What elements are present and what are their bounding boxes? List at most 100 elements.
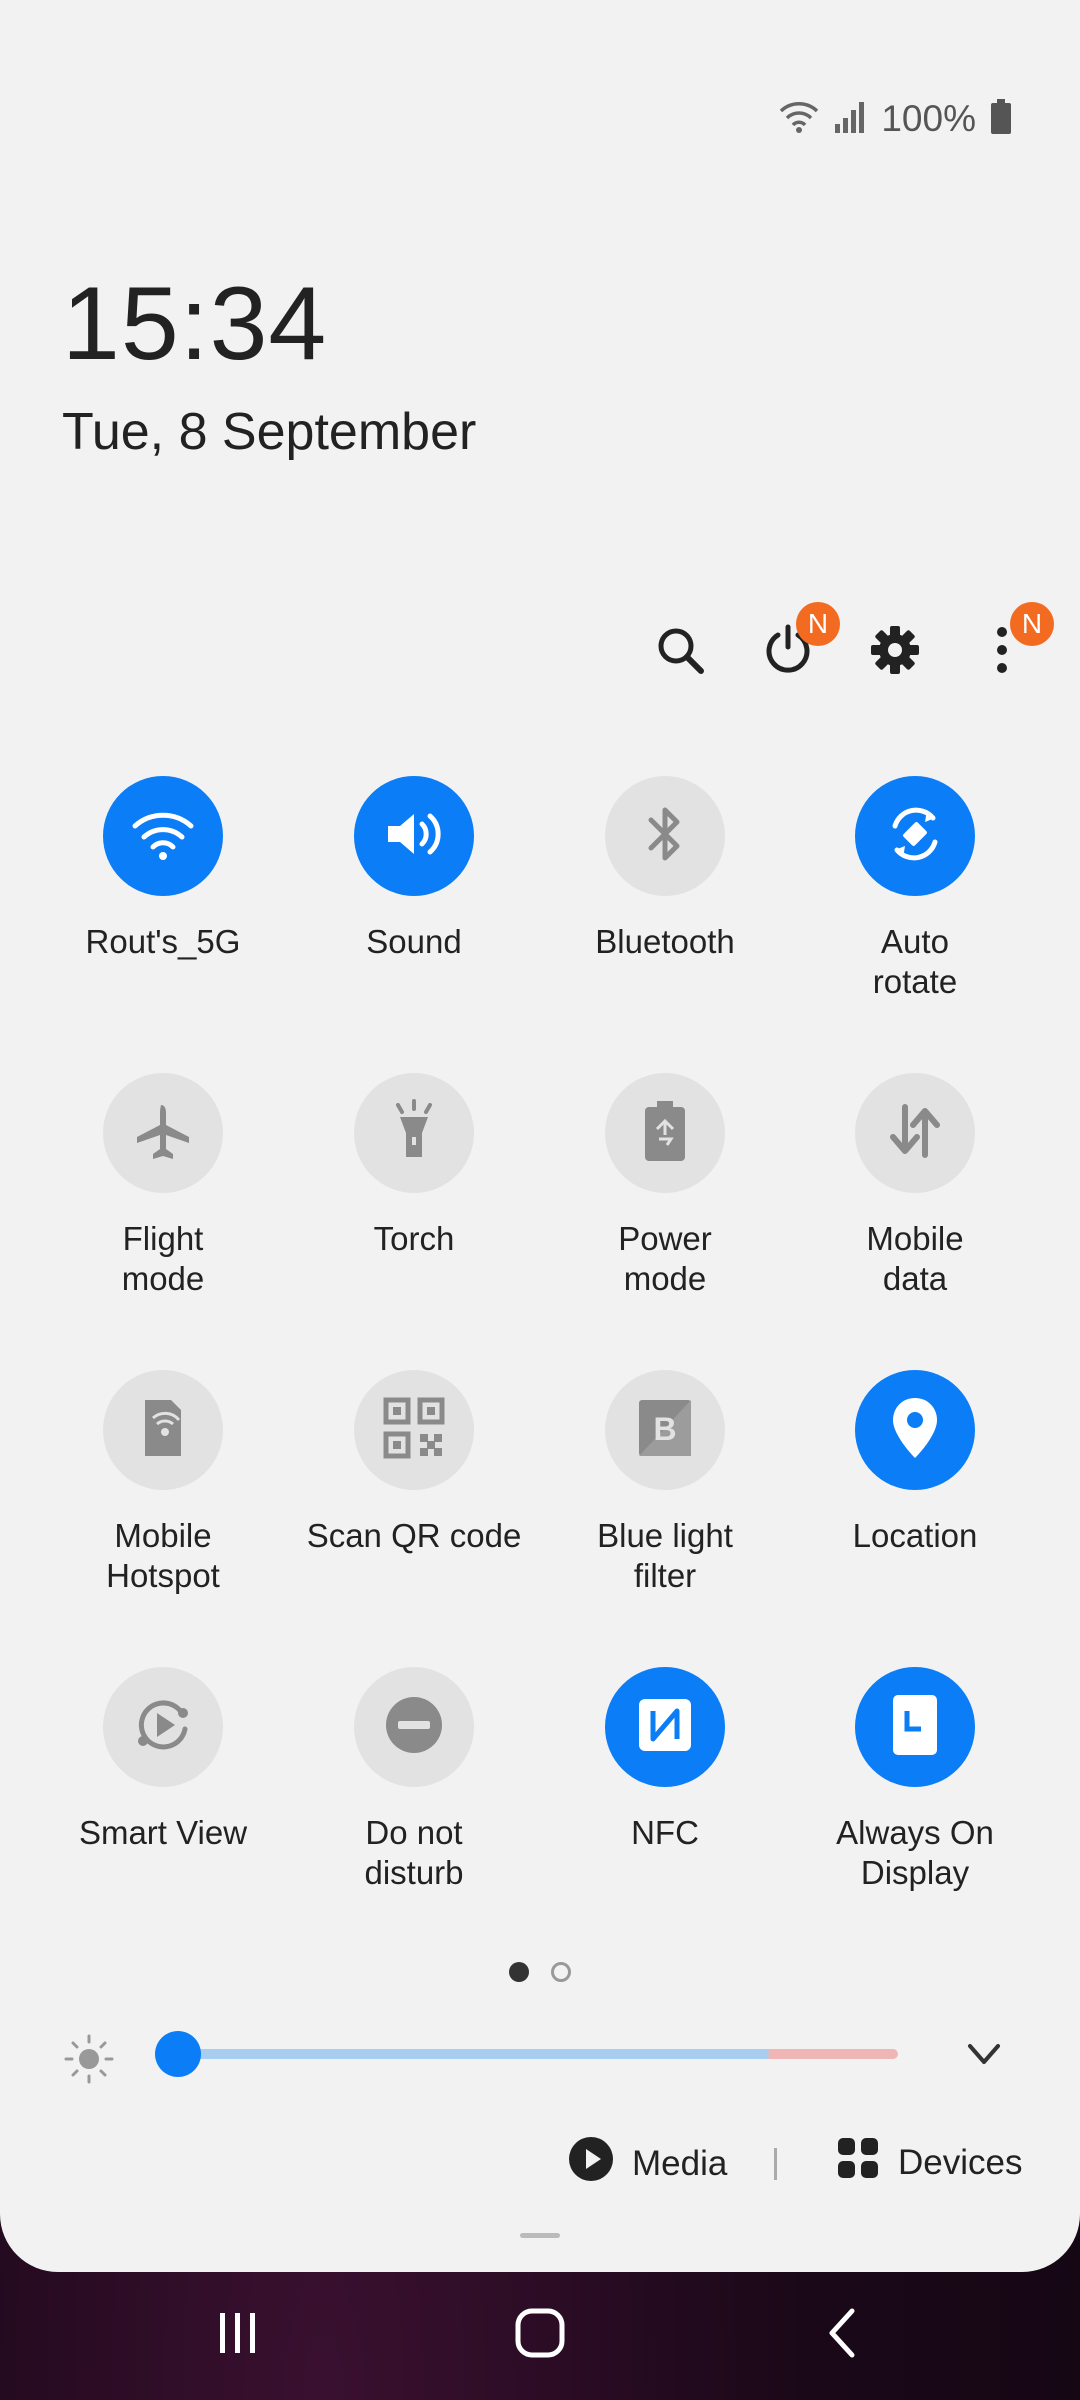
tile-label: Bluetooth [595,923,735,960]
play-icon [568,2136,614,2191]
more-vertical-icon [992,624,1012,681]
tile-label: Auto rotate [872,923,958,1000]
devices-label: Devices [898,2142,1023,2182]
devices-icon [836,2136,880,2189]
media-button[interactable]: Media [568,2136,727,2191]
volume-icon [382,806,446,867]
media-devices-row: Media Devices [0,2130,1080,2200]
tile-blue-light-filter[interactable]: B Blue light filter [540,1370,790,1596]
quick-settings-panel: 100% 15:34 Tue, 8 September N N Rout's_5… [0,0,1080,2272]
brightness-track[interactable] [178,2049,898,2059]
bluetooth-icon [645,804,685,869]
notification-badge: N [1010,602,1054,646]
tile-torch[interactable]: Torch [289,1073,539,1259]
tile-power-mode[interactable]: Power mode [540,1073,790,1299]
home-icon [514,2307,566,2364]
tile-mobile-hotspot[interactable]: Mobile Hotspot [38,1370,288,1596]
tile-blue-light-filter-toggle[interactable]: B [605,1370,725,1490]
brightness-slider [0,2020,1080,2090]
tile-auto-rotate-toggle[interactable] [855,776,975,896]
clock-time[interactable]: 15:34 [62,272,327,376]
home-button[interactable] [500,2300,580,2370]
recent-apps-button[interactable] [198,2300,278,2370]
wifi-icon [131,806,195,867]
back-button[interactable] [802,2300,882,2370]
tile-wifi[interactable]: Rout's_5G [38,776,288,962]
drag-handle[interactable] [520,2233,560,2238]
always-on-display-icon [891,1693,939,1762]
tile-always-on-display[interactable]: Always On Display [790,1667,1040,1893]
tile-label: Location [852,1517,978,1554]
signal-icon [833,100,867,139]
tile-location-toggle[interactable] [855,1370,975,1490]
tile-torch-toggle[interactable] [354,1073,474,1193]
tile-label: Mobile Hotspot [106,1517,220,1594]
top-actions: N N [0,602,1080,692]
power-mode-icon [641,1099,689,1168]
tile-label: Sound [366,923,462,960]
smart-view-icon [131,1693,195,1762]
page-dot-2[interactable] [551,1962,571,1982]
tile-sound-toggle[interactable] [354,776,474,896]
clock-date[interactable]: Tue, 8 September [62,406,476,458]
media-label: Media [632,2143,728,2183]
tile-label: Do not disturb [364,1814,464,1891]
chevron-down-icon[interactable] [966,2036,1002,2077]
tile-smart-view-toggle[interactable] [103,1667,223,1787]
tile-scan-qr-toggle[interactable] [354,1370,474,1490]
tile-wifi-toggle[interactable] [103,776,223,896]
status-bar: 100% [779,98,1012,140]
tile-label: Torch [373,1220,455,1257]
blue-light-icon: B [635,1396,695,1465]
tile-nfc[interactable]: NFC [540,1667,790,1853]
tile-auto-rotate[interactable]: Auto rotate [790,776,1040,1002]
tile-label: Always On Display [836,1814,994,1891]
tile-label: Blue light filter [597,1517,733,1594]
tile-label: Mobile data [866,1220,964,1297]
svg-text:B: B [653,1411,676,1447]
tile-do-not-disturb-toggle[interactable] [354,1667,474,1787]
wifi-icon [779,99,819,140]
qr-code-icon [382,1396,446,1465]
tile-flight-mode[interactable]: Flight mode [38,1073,288,1299]
tile-mobile-data[interactable]: Mobile data [790,1073,1040,1299]
do-not-disturb-icon [382,1693,446,1762]
tile-label: Rout's_5G [85,923,241,960]
tile-scan-qr[interactable]: Scan QR code [289,1370,539,1556]
tile-mobile-data-toggle[interactable] [855,1073,975,1193]
tile-bluetooth[interactable]: Bluetooth [540,776,790,962]
tile-bluetooth-toggle[interactable] [605,776,725,896]
page-dot-1[interactable] [509,1962,529,1982]
more-options-button[interactable]: N [962,602,1054,692]
tile-flight-mode-toggle[interactable] [103,1073,223,1193]
power-button[interactable]: N [748,602,840,692]
tile-smart-view[interactable]: Smart View [38,1667,288,1853]
tile-label: NFC [631,1814,699,1851]
tile-power-mode-toggle[interactable] [605,1073,725,1193]
search-button[interactable] [640,612,720,692]
recent-apps-icon [214,2309,262,2362]
tile-label: Flight mode [121,1220,205,1297]
hotspot-icon [135,1396,191,1465]
tile-do-not-disturb[interactable]: Do not disturb [289,1667,539,1893]
airplane-icon [131,1099,195,1168]
tile-mobile-hotspot-toggle[interactable] [103,1370,223,1490]
search-icon [654,624,706,681]
devices-button[interactable]: Devices [836,2136,1022,2189]
battery-icon [990,98,1012,140]
back-icon [822,2307,862,2364]
auto-rotate-icon [883,802,947,871]
gear-icon [869,624,921,681]
tile-sound[interactable]: Sound [289,776,539,962]
tile-location[interactable]: Location [790,1370,1040,1556]
brightness-icon [64,2034,114,2089]
settings-button[interactable] [855,612,935,692]
navigation-bar [0,2272,1080,2400]
tile-label: Smart View [78,1814,248,1851]
tile-label: Power mode [618,1220,712,1297]
battery-percentage: 100% [881,98,976,139]
brightness-thumb[interactable] [155,2031,201,2077]
separator [774,2148,777,2180]
tile-always-on-display-toggle[interactable] [855,1667,975,1787]
tile-nfc-toggle[interactable] [605,1667,725,1787]
